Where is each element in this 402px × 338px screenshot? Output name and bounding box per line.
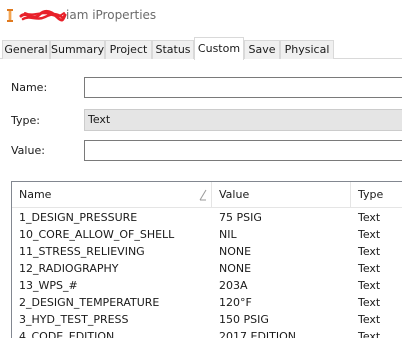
property-value: NONE: [219, 262, 252, 275]
property-name: 10_CORE_ALLOW_OF_SHELL: [19, 228, 175, 241]
tab-summary[interactable]: Summary: [50, 40, 105, 59]
property-value: 120°F: [219, 296, 252, 309]
list-header: Name Value Type: [12, 182, 402, 208]
custom-tab-page: Name: Type: Text Value: Name Value Type …: [0, 59, 402, 338]
property-value: 2017 EDITION: [219, 330, 297, 338]
tab-general[interactable]: General: [2, 40, 50, 59]
property-type: Text: [358, 313, 381, 326]
property-type: Text: [358, 211, 381, 224]
redaction-scribble: [19, 9, 67, 22]
tab-status[interactable]: Status: [152, 40, 194, 59]
property-type: Text: [358, 228, 381, 241]
list-item[interactable]: 12_RADIOGRAPHY NONE Text: [12, 260, 402, 277]
column-header-name[interactable]: Name: [12, 182, 211, 208]
list-item[interactable]: 4_CODE_EDITION 2017 EDITION Text: [12, 328, 402, 338]
window-title: iam iProperties: [66, 8, 157, 22]
list-item[interactable]: 13_WPS_# 203A Text: [12, 277, 402, 294]
custom-properties-list[interactable]: Name Value Type 1_DESIGN_PRESSURE 75 PSI…: [11, 181, 402, 338]
list-item[interactable]: 3_HYD_TEST_PRESS 150 PSIG Text: [12, 311, 402, 328]
name-label: Name:: [11, 81, 48, 94]
list-item[interactable]: 1_DESIGN_PRESSURE 75 PSIG Text: [12, 209, 402, 226]
property-name: 12_RADIOGRAPHY: [19, 262, 119, 275]
value-field[interactable]: [84, 140, 402, 161]
name-field[interactable]: [84, 77, 402, 98]
title-bar: iam iProperties: [0, 0, 402, 32]
tab-physical[interactable]: Physical: [280, 40, 334, 59]
column-header-value[interactable]: Value: [212, 182, 350, 208]
property-type: Text: [358, 330, 381, 338]
property-value: NONE: [219, 245, 252, 258]
column-header-type[interactable]: Type: [351, 182, 402, 208]
property-name: 13_WPS_#: [19, 279, 78, 292]
property-type: Text: [358, 245, 381, 258]
property-name: 11_STRESS_RELIEVING: [19, 245, 145, 258]
property-value: NIL: [219, 228, 237, 241]
property-name: 2_DESIGN_TEMPERATURE: [19, 296, 160, 309]
value-label: Value:: [11, 144, 45, 157]
property-type: Text: [358, 296, 381, 309]
list-item[interactable]: 10_CORE_ALLOW_OF_SHELL NIL Text: [12, 226, 402, 243]
property-value: 203A: [219, 279, 248, 292]
tab-custom[interactable]: Custom: [194, 37, 244, 60]
property-name: 4_CODE_EDITION: [19, 330, 115, 338]
property-value: 150 PSIG: [219, 313, 269, 326]
tab-project[interactable]: Project: [105, 40, 152, 59]
property-type: Text: [358, 262, 381, 275]
type-dropdown[interactable]: Text: [84, 109, 402, 131]
property-type: Text: [358, 279, 381, 292]
property-name: 3_HYD_TEST_PRESS: [19, 313, 129, 326]
tab-save[interactable]: Save: [244, 40, 280, 59]
inventor-app-icon: [7, 9, 13, 22]
tab-strip: General Summary Project Status Custom Sa…: [0, 37, 402, 60]
sort-indicator-icon: [199, 189, 207, 201]
type-label: Type:: [11, 114, 40, 127]
property-name: 1_DESIGN_PRESSURE: [19, 211, 138, 224]
list-item[interactable]: 11_STRESS_RELIEVING NONE Text: [12, 243, 402, 260]
list-item[interactable]: 2_DESIGN_TEMPERATURE 120°F Text: [12, 294, 402, 311]
iproperties-dialog: iam iProperties General Summary Project …: [0, 0, 402, 338]
property-value: 75 PSIG: [219, 211, 262, 224]
